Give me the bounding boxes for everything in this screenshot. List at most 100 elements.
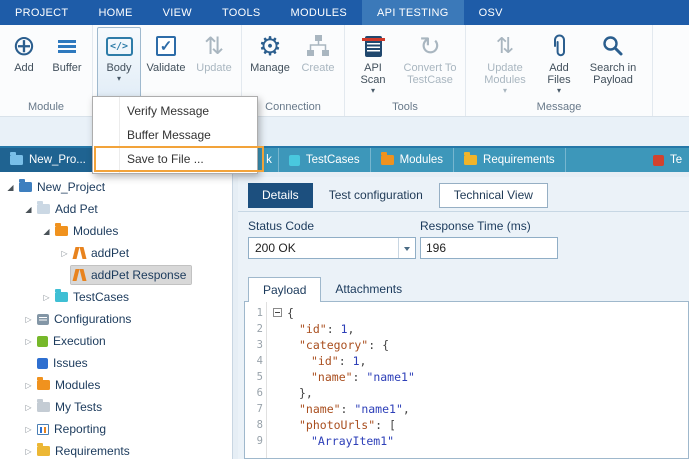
manage-button[interactable]: Manage xyxy=(246,27,294,99)
modules-folder-icon xyxy=(381,155,394,165)
group-label-module: Module xyxy=(0,99,92,116)
tree-item-modules[interactable]: Modules xyxy=(0,220,232,242)
code-line: "ArrayItem1" xyxy=(269,433,688,449)
response-time-input[interactable] xyxy=(420,237,558,259)
tab-details[interactable]: Details xyxy=(248,183,313,208)
requirements-folder-icon xyxy=(464,155,477,165)
code-line: "photoUrls": [ xyxy=(269,417,688,433)
code-line: }, xyxy=(269,385,688,401)
expand-icon[interactable] xyxy=(40,227,53,236)
json-payload: { "id": 1, "category": { "id": 1, "name"… xyxy=(267,302,688,458)
search-in-payload-button[interactable]: Search in Payload xyxy=(585,27,641,99)
testcases-icon xyxy=(289,155,300,166)
buffer-button[interactable]: Buffer xyxy=(46,27,88,99)
folder-icon xyxy=(37,204,50,214)
tree-item-add-pet[interactable]: Add Pet xyxy=(0,198,232,220)
divider xyxy=(238,211,689,212)
menu-view[interactable]: VIEW xyxy=(148,0,207,25)
ribbon-group-message: Update Modules Add Files xyxy=(466,25,653,116)
dropdown-arrow-icon xyxy=(117,74,121,83)
convert-to-testcase-button: Convert To TestCase xyxy=(399,27,461,99)
code-line: "id": 1, xyxy=(269,353,688,369)
tab-modules[interactable]: Modules xyxy=(371,148,454,172)
tab-test-configuration[interactable]: Test configuration xyxy=(315,183,437,208)
tree-item-issues[interactable]: Issues xyxy=(0,352,232,374)
tab-tests-clipped[interactable]: Te xyxy=(643,148,689,172)
api-scan-icon xyxy=(365,36,382,57)
modules-folder-icon xyxy=(55,226,68,236)
code-line: "id": 1, xyxy=(269,321,688,337)
tab-payload[interactable]: Payload xyxy=(248,277,321,302)
tree-item-new-project[interactable]: New_Project xyxy=(0,176,232,198)
execution-icon xyxy=(37,336,48,347)
tree-item-requirements[interactable]: Requirements xyxy=(0,440,232,459)
ribbon-group-module: Add Buffer Module xyxy=(0,25,93,116)
tree-item-addpet-response[interactable]: addPet Response xyxy=(0,264,232,286)
api-scan-button[interactable]: API Scan xyxy=(349,27,397,99)
gear-icon xyxy=(258,30,281,62)
tab-attachments[interactable]: Attachments xyxy=(321,277,416,302)
code-line: "name": "name1", xyxy=(269,401,688,417)
menu-project[interactable]: PROJECT xyxy=(0,0,83,25)
expand-icon[interactable] xyxy=(4,183,17,192)
code-line: "name": "name1" xyxy=(269,369,688,385)
menu-tools[interactable]: TOOLS xyxy=(207,0,276,25)
update-button: Update xyxy=(191,27,237,99)
tree-item-modules-root[interactable]: Modules xyxy=(0,374,232,396)
chevron-down-icon[interactable] xyxy=(398,238,415,258)
reporting-icon xyxy=(37,424,49,435)
expand-icon[interactable] xyxy=(40,293,53,302)
add-files-button[interactable]: Add Files xyxy=(535,27,583,99)
menu-item-save-to-file[interactable]: Save to File ... xyxy=(93,147,257,171)
tab-technical-view[interactable]: Technical View xyxy=(439,183,548,208)
validate-button[interactable]: Validate xyxy=(143,27,189,99)
add-button[interactable]: Add xyxy=(4,27,44,99)
tab-new-project[interactable]: New_Pro... xyxy=(0,148,97,172)
tree-item-reporting[interactable]: Reporting xyxy=(0,418,232,440)
project-folder-icon xyxy=(19,182,32,192)
expand-icon[interactable] xyxy=(22,315,35,324)
expand-icon[interactable] xyxy=(58,249,71,258)
tree-item-configurations[interactable]: Configurations xyxy=(0,308,232,330)
payload-tabs: Payload Attachments xyxy=(248,277,416,302)
expand-icon[interactable] xyxy=(22,425,35,434)
response-time-label: Response Time (ms) xyxy=(420,219,531,233)
menu-api-testing[interactable]: API TESTING xyxy=(362,0,464,25)
project-tree: New_Project Add Pet Modules addPet addPe… xyxy=(0,172,233,459)
status-code-label: Status Code xyxy=(248,219,314,233)
menu-item-verify-message[interactable]: Verify Message xyxy=(93,99,257,123)
tab-testcases[interactable]: TestCases xyxy=(279,148,371,172)
payload-editor[interactable]: 123456789 { "id": 1, "category": { "id":… xyxy=(244,301,689,459)
create-tree-icon xyxy=(305,30,331,62)
collapse-icon[interactable] xyxy=(273,308,282,317)
tree-item-my-tests[interactable]: My Tests xyxy=(0,396,232,418)
tab-requirements[interactable]: Requirements xyxy=(454,148,566,172)
status-code-select[interactable]: 200 OK xyxy=(248,237,416,259)
module-icon xyxy=(73,247,86,259)
expand-icon[interactable] xyxy=(22,447,35,456)
add-icon xyxy=(12,30,35,62)
convert-refresh-icon xyxy=(419,30,441,62)
expand-icon[interactable] xyxy=(22,403,35,412)
modules-folder-icon xyxy=(37,380,50,390)
requirements-folder-icon xyxy=(37,446,50,456)
expand-icon[interactable] xyxy=(22,205,35,214)
code-line: "category": { xyxy=(269,337,688,353)
update-modules-icon xyxy=(496,30,514,62)
menubar: PROJECT HOME VIEW TOOLS MODULES API TEST… xyxy=(0,0,689,25)
expand-icon[interactable] xyxy=(22,337,35,346)
menu-home[interactable]: HOME xyxy=(83,0,147,25)
expand-icon[interactable] xyxy=(22,381,35,390)
body-dropdown-menu: Verify Message Buffer Message Save to Fi… xyxy=(92,96,258,174)
ribbon-group-tools: API Scan Convert To TestCase Tools xyxy=(345,25,466,116)
menu-modules[interactable]: MODULES xyxy=(276,0,363,25)
menu-osv[interactable]: OSV xyxy=(464,0,518,25)
tree-item-testcases[interactable]: TestCases xyxy=(0,286,232,308)
body-button[interactable]: Body xyxy=(97,27,141,99)
detail-panel: Details Test configuration Technical Vie… xyxy=(238,177,689,459)
tree-item-addpet[interactable]: addPet xyxy=(0,242,232,264)
update-arrows-icon xyxy=(204,30,224,62)
tree-item-execution[interactable]: Execution xyxy=(0,330,232,352)
module-icon xyxy=(73,269,86,281)
menu-item-buffer-message[interactable]: Buffer Message xyxy=(93,123,257,147)
